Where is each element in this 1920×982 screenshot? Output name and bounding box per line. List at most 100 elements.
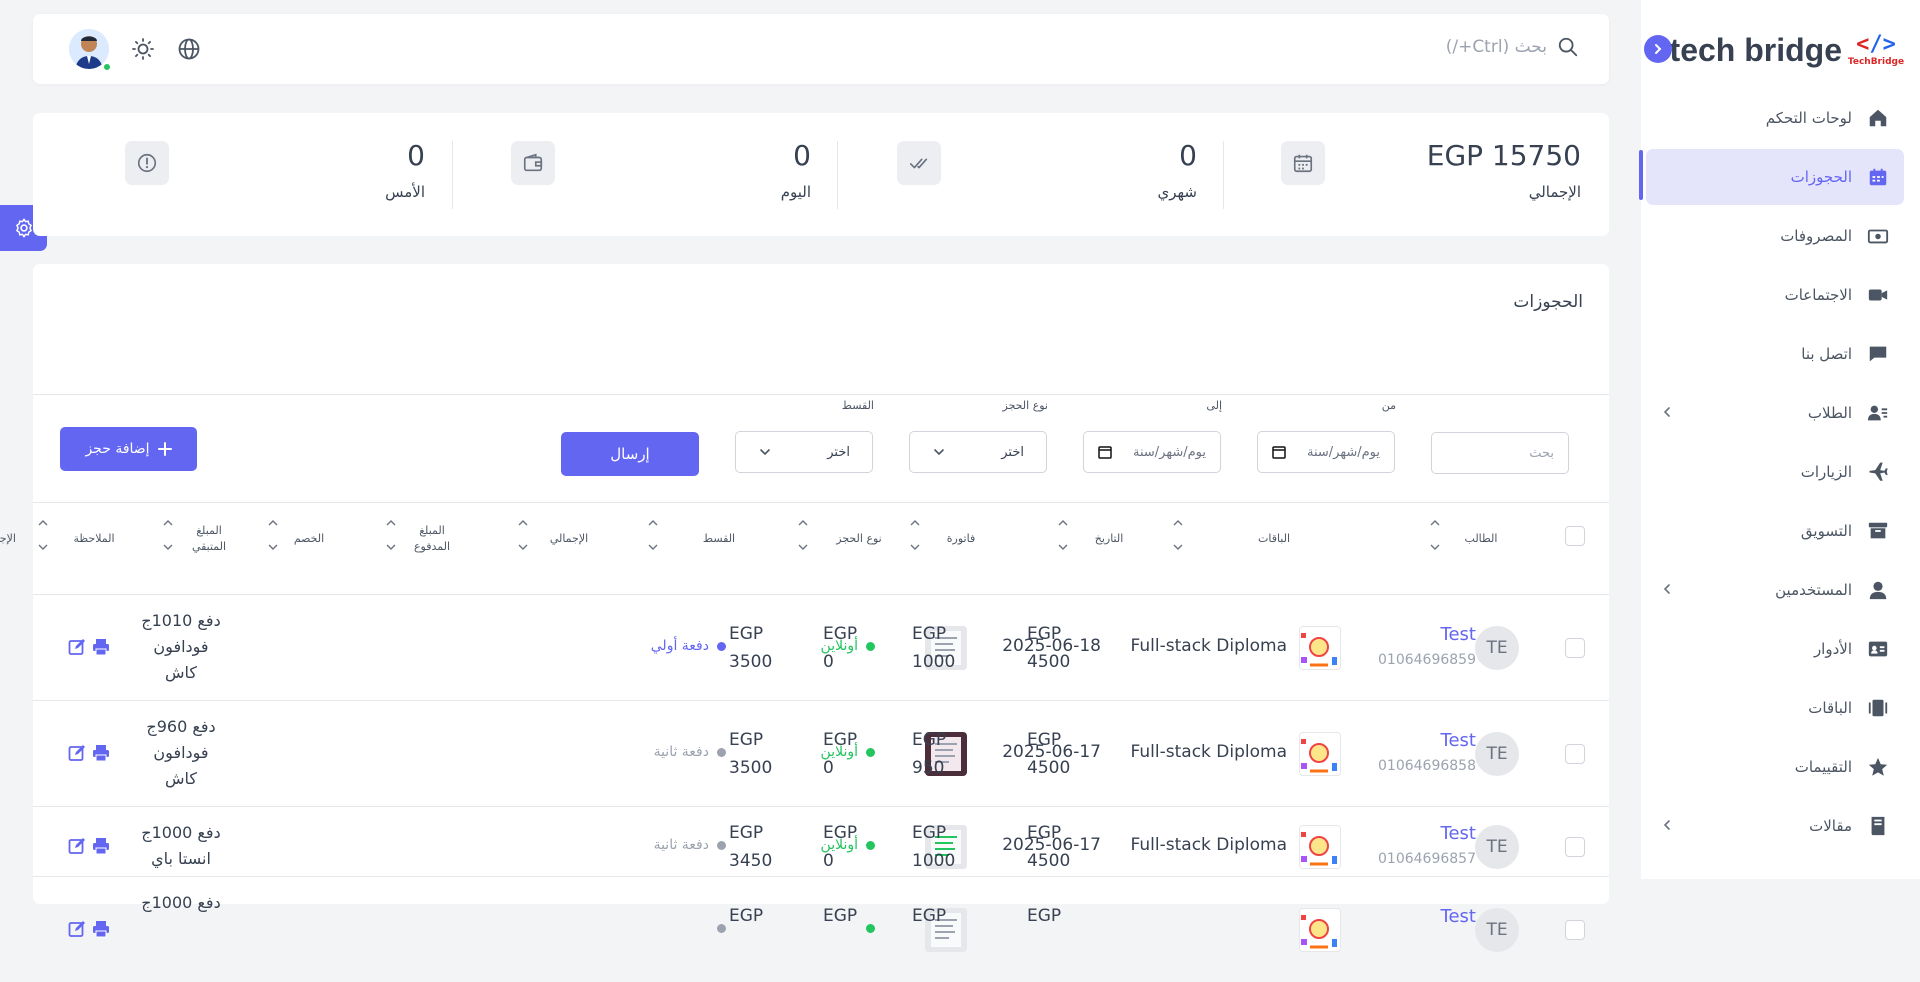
student-name-link[interactable]: Test: [1441, 906, 1476, 927]
print-icon[interactable]: [92, 920, 110, 938]
sort-icon[interactable]: [517, 518, 529, 553]
select-value: اختر: [827, 444, 850, 460]
currency: EGP: [1027, 823, 1062, 843]
user-icon: [1866, 578, 1890, 602]
sort-icon[interactable]: [385, 518, 397, 553]
note-line: دفع 1010ج: [141, 611, 221, 630]
brand-logo[interactable]: </> TechBridge tech bridge: [1670, 22, 1905, 78]
table-row[interactable]: TE Test EGP EGP EGP EGP دفع 1000ج: [33, 876, 1609, 982]
submit-button[interactable]: إرسال: [561, 432, 699, 476]
table-row[interactable]: TE Test 01064696859 Full-stack Diploma 2…: [33, 594, 1609, 700]
currency: EGP: [1027, 624, 1062, 644]
print-icon[interactable]: [92, 837, 110, 855]
remaining-amount: EGP 3500: [729, 620, 772, 676]
column-header-date[interactable]: التاريخ: [1069, 504, 1149, 574]
edit-icon[interactable]: [68, 744, 86, 762]
column-header-paid[interactable]: المبلغ المدفوع: [397, 504, 467, 574]
sidebar-item-5[interactable]: الطلاب: [1646, 385, 1904, 441]
column-header-total[interactable]: الإجمالي: [529, 504, 609, 574]
status-dot: [866, 747, 875, 757]
amount: 1000: [912, 652, 956, 672]
student-name-link[interactable]: Test: [1441, 730, 1476, 751]
amount: 0: [823, 758, 834, 778]
sort-icon[interactable]: [267, 518, 279, 553]
column-header-invoice[interactable]: فاتورة: [921, 504, 1001, 574]
row-checkbox[interactable]: [1565, 638, 1585, 658]
from-date-input[interactable]: يوم/شهر/سنة: [1257, 431, 1395, 473]
print-icon[interactable]: [92, 744, 110, 762]
sort-icon[interactable]: [1057, 518, 1069, 553]
table-row[interactable]: TE Test 01064696857 Full-stack Diploma 2…: [33, 806, 1609, 886]
sort-icon[interactable]: [797, 518, 809, 553]
sidebar-item-6[interactable]: الزيارات: [1646, 444, 1904, 500]
sidebar-item-label: الحجوزات: [1790, 168, 1852, 186]
student-name-link[interactable]: Test: [1441, 823, 1476, 844]
table-row[interactable]: TE Test 01064696858 Full-stack Diploma 2…: [33, 700, 1609, 806]
booking-type-select[interactable]: اختر: [909, 431, 1047, 473]
plane-icon: [1866, 460, 1890, 484]
column-header-installment[interactable]: القسط: [659, 504, 779, 574]
edit-icon[interactable]: [68, 837, 86, 855]
sidebar-collapse-button[interactable]: [1644, 35, 1672, 63]
discount-amount: EGP: [823, 902, 857, 930]
status-dot: [866, 923, 875, 933]
installment-select[interactable]: اختر: [735, 431, 873, 473]
column-header-remaining[interactable]: المبلغ المتبقي: [174, 504, 244, 574]
column-header-packages[interactable]: الباقات: [1184, 504, 1364, 574]
sun-icon[interactable]: [131, 37, 155, 61]
row-checkbox[interactable]: [1565, 920, 1585, 940]
column-header-discount[interactable]: الخصم: [279, 504, 339, 574]
calendar-icon: [1272, 446, 1286, 459]
sidebar-item-11[interactable]: التقييمات: [1646, 739, 1904, 795]
currency: EGP: [1027, 906, 1062, 926]
column-header-student[interactable]: الطالب: [1441, 504, 1521, 574]
row-actions: [68, 837, 110, 855]
sort-icon[interactable]: [1172, 518, 1184, 553]
edit-icon[interactable]: [68, 638, 86, 656]
amount: 950: [912, 758, 945, 778]
sidebar-item-4[interactable]: اتصل بنا: [1646, 326, 1904, 382]
sidebar-item-label: مقالات: [1809, 817, 1852, 835]
add-booking-label: إضافة حجز: [85, 441, 150, 457]
sidebar-item-0[interactable]: لوحات التحكم: [1646, 90, 1904, 146]
add-booking-button[interactable]: إضافة حجز: [60, 427, 197, 471]
select-all-checkbox[interactable]: [1565, 526, 1585, 546]
sidebar-item-1[interactable]: الحجوزات: [1646, 149, 1904, 205]
stat-divider: [1223, 141, 1224, 209]
search-bar[interactable]: بحث (Ctrl+/): [1446, 36, 1579, 58]
column-label-line: المبلغ: [196, 524, 222, 537]
column-label-line: المتبقي: [191, 540, 227, 553]
column-header-note[interactable]: الملاحظة: [49, 504, 139, 574]
chevron-down-icon: [934, 449, 944, 456]
row-checkbox[interactable]: [1565, 837, 1585, 857]
row-checkbox[interactable]: [1565, 744, 1585, 764]
sort-icon[interactable]: [1429, 518, 1441, 553]
sidebar-item-9[interactable]: الأدوار: [1646, 621, 1904, 677]
sidebar-item-2[interactable]: المصروفات: [1646, 208, 1904, 264]
column-header-type[interactable]: نوع الحجز: [809, 504, 909, 574]
sidebar-item-8[interactable]: المستخدمين: [1646, 562, 1904, 618]
to-date-input[interactable]: يوم/شهر/سنة: [1083, 431, 1221, 473]
globe-icon[interactable]: [177, 37, 201, 61]
discount-amount: EGP 0: [823, 620, 857, 676]
student-name-link[interactable]: Test: [1441, 624, 1476, 645]
column-label: الطالب: [1464, 532, 1498, 545]
sort-icon[interactable]: [647, 518, 659, 553]
stat-label: الإجمالي: [1528, 183, 1581, 201]
search-placeholder: بحث (Ctrl+/): [1445, 37, 1547, 57]
installment-label: القسط: [841, 399, 874, 412]
print-icon[interactable]: [92, 638, 110, 656]
sidebar: </> TechBridge tech bridge لوحات التحكم …: [1639, 0, 1920, 879]
sort-icon[interactable]: [909, 518, 921, 553]
sidebar-item-3[interactable]: الاجتماعات: [1646, 267, 1904, 323]
sort-icon[interactable]: [162, 518, 174, 553]
sidebar-item-7[interactable]: التسويق: [1646, 503, 1904, 559]
student-phone: 01064696858: [1378, 758, 1476, 774]
sidebar-item-12[interactable]: مقالات: [1646, 798, 1904, 854]
column-header-actions[interactable]: الإجراءات: [0, 504, 39, 574]
bookings-search-input[interactable]: بحث: [1431, 432, 1569, 474]
stat-value: 0: [407, 139, 425, 172]
to-date-label: إلى: [1206, 399, 1222, 412]
sidebar-item-10[interactable]: الباقات: [1646, 680, 1904, 736]
edit-icon[interactable]: [68, 920, 86, 938]
